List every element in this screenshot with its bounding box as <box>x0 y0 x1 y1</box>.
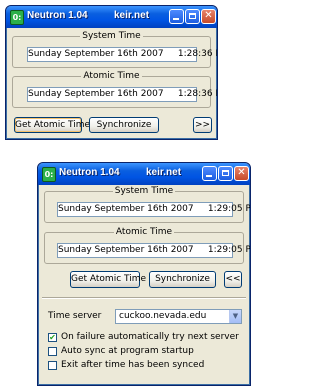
close-button[interactable]: ✕ <box>234 166 249 181</box>
window-title: Neutron 1.04 <box>27 10 88 21</box>
minimize-icon <box>173 18 179 20</box>
maximize-icon <box>189 13 196 19</box>
option-label-try-next-server[interactable]: On failure automatically try next server <box>61 332 239 343</box>
option-label-exit-after-sync[interactable]: Exit after time has been synced <box>61 360 204 371</box>
system-time-label: System Time <box>112 186 176 196</box>
system-time-group: System Time Sunday September 16th 2007 1… <box>44 186 250 223</box>
get-atomic-time-button[interactable]: Get Atomic Time <box>70 271 146 288</box>
window-author: keir.net <box>114 10 150 21</box>
maximize-icon <box>222 170 229 176</box>
synchronize-button[interactable]: Synchronize <box>89 117 159 133</box>
close-icon: ✕ <box>237 167 246 178</box>
app-icon: 0: <box>42 167 56 182</box>
option-label-auto-sync[interactable]: Auto sync at program startup <box>61 346 194 357</box>
atomic-time-group: Atomic Time Sunday September 16th 2007 1… <box>12 71 217 108</box>
chevron-down-icon[interactable]: ▼ <box>229 310 241 323</box>
get-atomic-time-button[interactable]: Get Atomic Time <box>14 117 90 133</box>
atomic-time-display: Sunday September 16th 2007 1:29:05 PM <box>57 243 250 258</box>
neutron-window-expanded: 0: Neutron 1.04 keir.net ✕ System Time S… <box>37 162 251 386</box>
close-icon: ✕ <box>204 10 213 21</box>
system-time-display: Sunday September 16th 2007 1:28:36 PM <box>27 47 217 62</box>
window-title: Neutron 1.04 <box>59 167 120 178</box>
minimize-button[interactable] <box>169 9 184 24</box>
maximize-button[interactable] <box>185 9 200 24</box>
window-author: keir.net <box>146 167 182 178</box>
atomic-time-label: Atomic Time <box>81 71 142 81</box>
minimize-icon <box>206 175 212 177</box>
divider <box>42 297 246 299</box>
neutron-window-compact: 0: Neutron 1.04 keir.net ✕ System Time S… <box>5 5 218 140</box>
option-checkbox-exit-after-sync[interactable] <box>48 361 57 370</box>
time-server-value: cuckoo.nevada.edu <box>119 311 207 321</box>
option-checkbox-auto-sync[interactable] <box>48 347 57 356</box>
maximize-button[interactable] <box>218 166 233 181</box>
atomic-time-label: Atomic Time <box>113 227 175 237</box>
collapse-button[interactable]: << <box>224 271 242 288</box>
time-server-label: Time server <box>48 311 102 321</box>
atomic-time-group: Atomic Time Sunday September 16th 2007 1… <box>44 227 250 264</box>
system-time-group: System Time Sunday September 16th 2007 1… <box>12 31 217 68</box>
atomic-time-display: Sunday September 16th 2007 1:28:36 PM <box>27 87 217 102</box>
title-bar[interactable]: 0: Neutron 1.04 keir.net ✕ <box>38 163 250 185</box>
option-checkbox-try-next-server[interactable]: ✔ <box>48 333 57 342</box>
close-button[interactable]: ✕ <box>201 9 216 24</box>
minimize-button[interactable] <box>202 166 217 181</box>
system-time-label: System Time <box>80 31 143 41</box>
app-icon: 0: <box>10 10 24 25</box>
title-bar[interactable]: 0: Neutron 1.04 keir.net ✕ <box>6 6 217 28</box>
time-server-select[interactable]: cuckoo.nevada.edu ▼ <box>115 309 242 324</box>
expand-button[interactable]: >> <box>193 117 212 133</box>
synchronize-button[interactable]: Synchronize <box>149 271 216 288</box>
system-time-display: Sunday September 16th 2007 1:29:05 PM <box>57 202 250 217</box>
